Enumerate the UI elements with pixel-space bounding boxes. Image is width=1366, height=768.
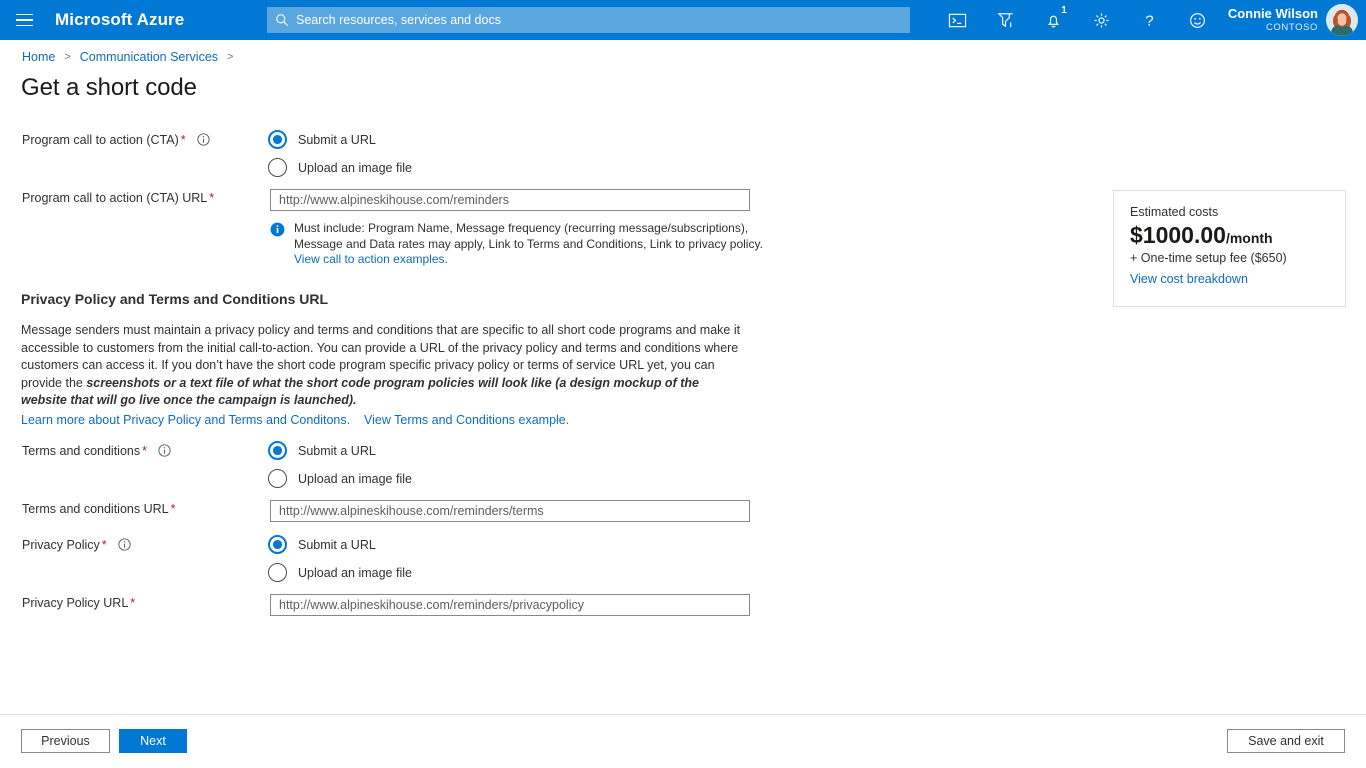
info-tooltip-icon[interactable] [118,538,131,554]
privacy-policy-label: Privacy Policy* [22,538,131,554]
settings-gear-icon[interactable] [1078,0,1126,40]
cost-amount-period: /month [1226,230,1273,246]
notifications-bell-icon[interactable]: 1 [1030,0,1078,40]
privacy-radio-upload-image[interactable]: Upload an image file [268,563,412,582]
learn-more-privacy-link[interactable]: Learn more about Privacy Policy and Term… [21,413,350,427]
radio-indicator[interactable] [268,441,287,460]
view-cost-breakdown-link[interactable]: View cost breakdown [1130,272,1248,286]
user-org-label: CONTOSO [1228,23,1318,33]
azure-top-header: Microsoft Azure [0,0,1366,40]
privacy-url-label: Privacy Policy URL* [22,596,135,610]
azure-brand-label[interactable]: Microsoft Azure [55,10,184,30]
cta-radio-submit-url[interactable]: Submit a URL [268,130,376,149]
footer-divider [0,714,1366,715]
notification-count-badge: 1 [1061,6,1067,16]
terms-url-label: Terms and conditions URL* [22,502,175,516]
directory-filter-icon[interactable] [982,0,1030,40]
cta-url-input[interactable] [270,189,750,211]
privacy-url-input[interactable] [270,594,750,616]
terms-label: Terms and conditions* [22,444,171,460]
terms-radio-submit-url[interactable]: Submit a URL [268,441,376,460]
info-filled-icon [270,222,285,242]
next-button[interactable]: Next [119,729,187,753]
avatar[interactable] [1326,4,1358,36]
terms-radio-submit-url-label: Submit a URL [298,444,376,458]
feedback-smiley-icon[interactable] [1174,0,1222,40]
cta-label: Program call to action (CTA)* [22,133,210,149]
help-question-icon[interactable]: ? [1126,0,1174,40]
privacy-paragraph-emphasis: screenshots or a text file of what the s… [21,376,699,408]
user-identity-text: Connie Wilson CONTOSO [1228,7,1318,33]
previous-button[interactable]: Previous [21,729,110,753]
cta-radio-upload-image[interactable]: Upload an image file [268,158,412,177]
breadcrumb-separator-icon-2: > [227,51,233,63]
radio-indicator[interactable] [268,563,287,582]
breadcrumb: Home > Communication Services > [22,50,233,64]
global-search-box[interactable] [267,7,910,33]
radio-indicator[interactable] [268,158,287,177]
search-icon [275,13,289,27]
radio-indicator[interactable] [268,469,287,488]
terms-url-input[interactable] [270,500,750,522]
info-tooltip-icon[interactable] [197,133,210,149]
cost-amount-value: $1000.00 [1130,222,1226,248]
info-tooltip-icon[interactable] [158,444,171,460]
breadcrumb-item-communication-services[interactable]: Communication Services [80,50,218,64]
terms-radio-upload-image[interactable]: Upload an image file [268,469,412,488]
svg-text:?: ? [1146,12,1154,29]
privacy-section-paragraph: Message senders must maintain a privacy … [21,322,743,410]
search-input[interactable] [296,13,856,27]
cta-info-message: Must include: Program Name, Message freq… [270,221,770,268]
cta-radio-upload-image-label: Upload an image file [298,161,412,175]
cloud-shell-icon[interactable] [934,0,982,40]
privacy-radio-submit-url-label: Submit a URL [298,538,376,552]
breadcrumb-separator-icon: > [64,51,70,63]
privacy-radio-upload-image-label: Upload an image file [298,566,412,580]
cta-url-label: Program call to action (CTA) URL* [22,191,214,205]
header-icon-group: 1 ? [934,0,1366,40]
user-account-menu[interactable]: Connie Wilson CONTOSO [1222,0,1366,40]
user-name-label: Connie Wilson [1228,7,1318,21]
setup-fee-label: + One-time setup fee ($650) [1130,251,1329,265]
page-title: Get a short code [21,74,197,102]
save-and-exit-button[interactable]: Save and exit [1227,729,1345,753]
privacy-section-links: Learn more about Privacy Policy and Term… [21,413,569,427]
estimated-costs-card: Estimated costs $1000.00/month + One-tim… [1113,190,1346,307]
radio-indicator[interactable] [268,130,287,149]
view-cta-examples-link[interactable]: View call to action examples. [294,252,448,266]
estimated-costs-title: Estimated costs [1130,205,1329,219]
hamburger-menu-icon[interactable] [0,0,48,40]
privacy-section-heading: Privacy Policy and Terms and Conditions … [21,291,328,307]
cta-info-message-text: Must include: Program Name, Message freq… [294,221,770,268]
estimated-costs-amount: $1000.00/month [1130,223,1329,248]
breadcrumb-item-home[interactable]: Home [22,50,55,64]
radio-indicator[interactable] [268,535,287,554]
privacy-radio-submit-url[interactable]: Submit a URL [268,535,376,554]
view-terms-example-link[interactable]: View Terms and Conditions example. [364,413,569,427]
cta-radio-submit-url-label: Submit a URL [298,133,376,147]
terms-radio-upload-image-label: Upload an image file [298,472,412,486]
